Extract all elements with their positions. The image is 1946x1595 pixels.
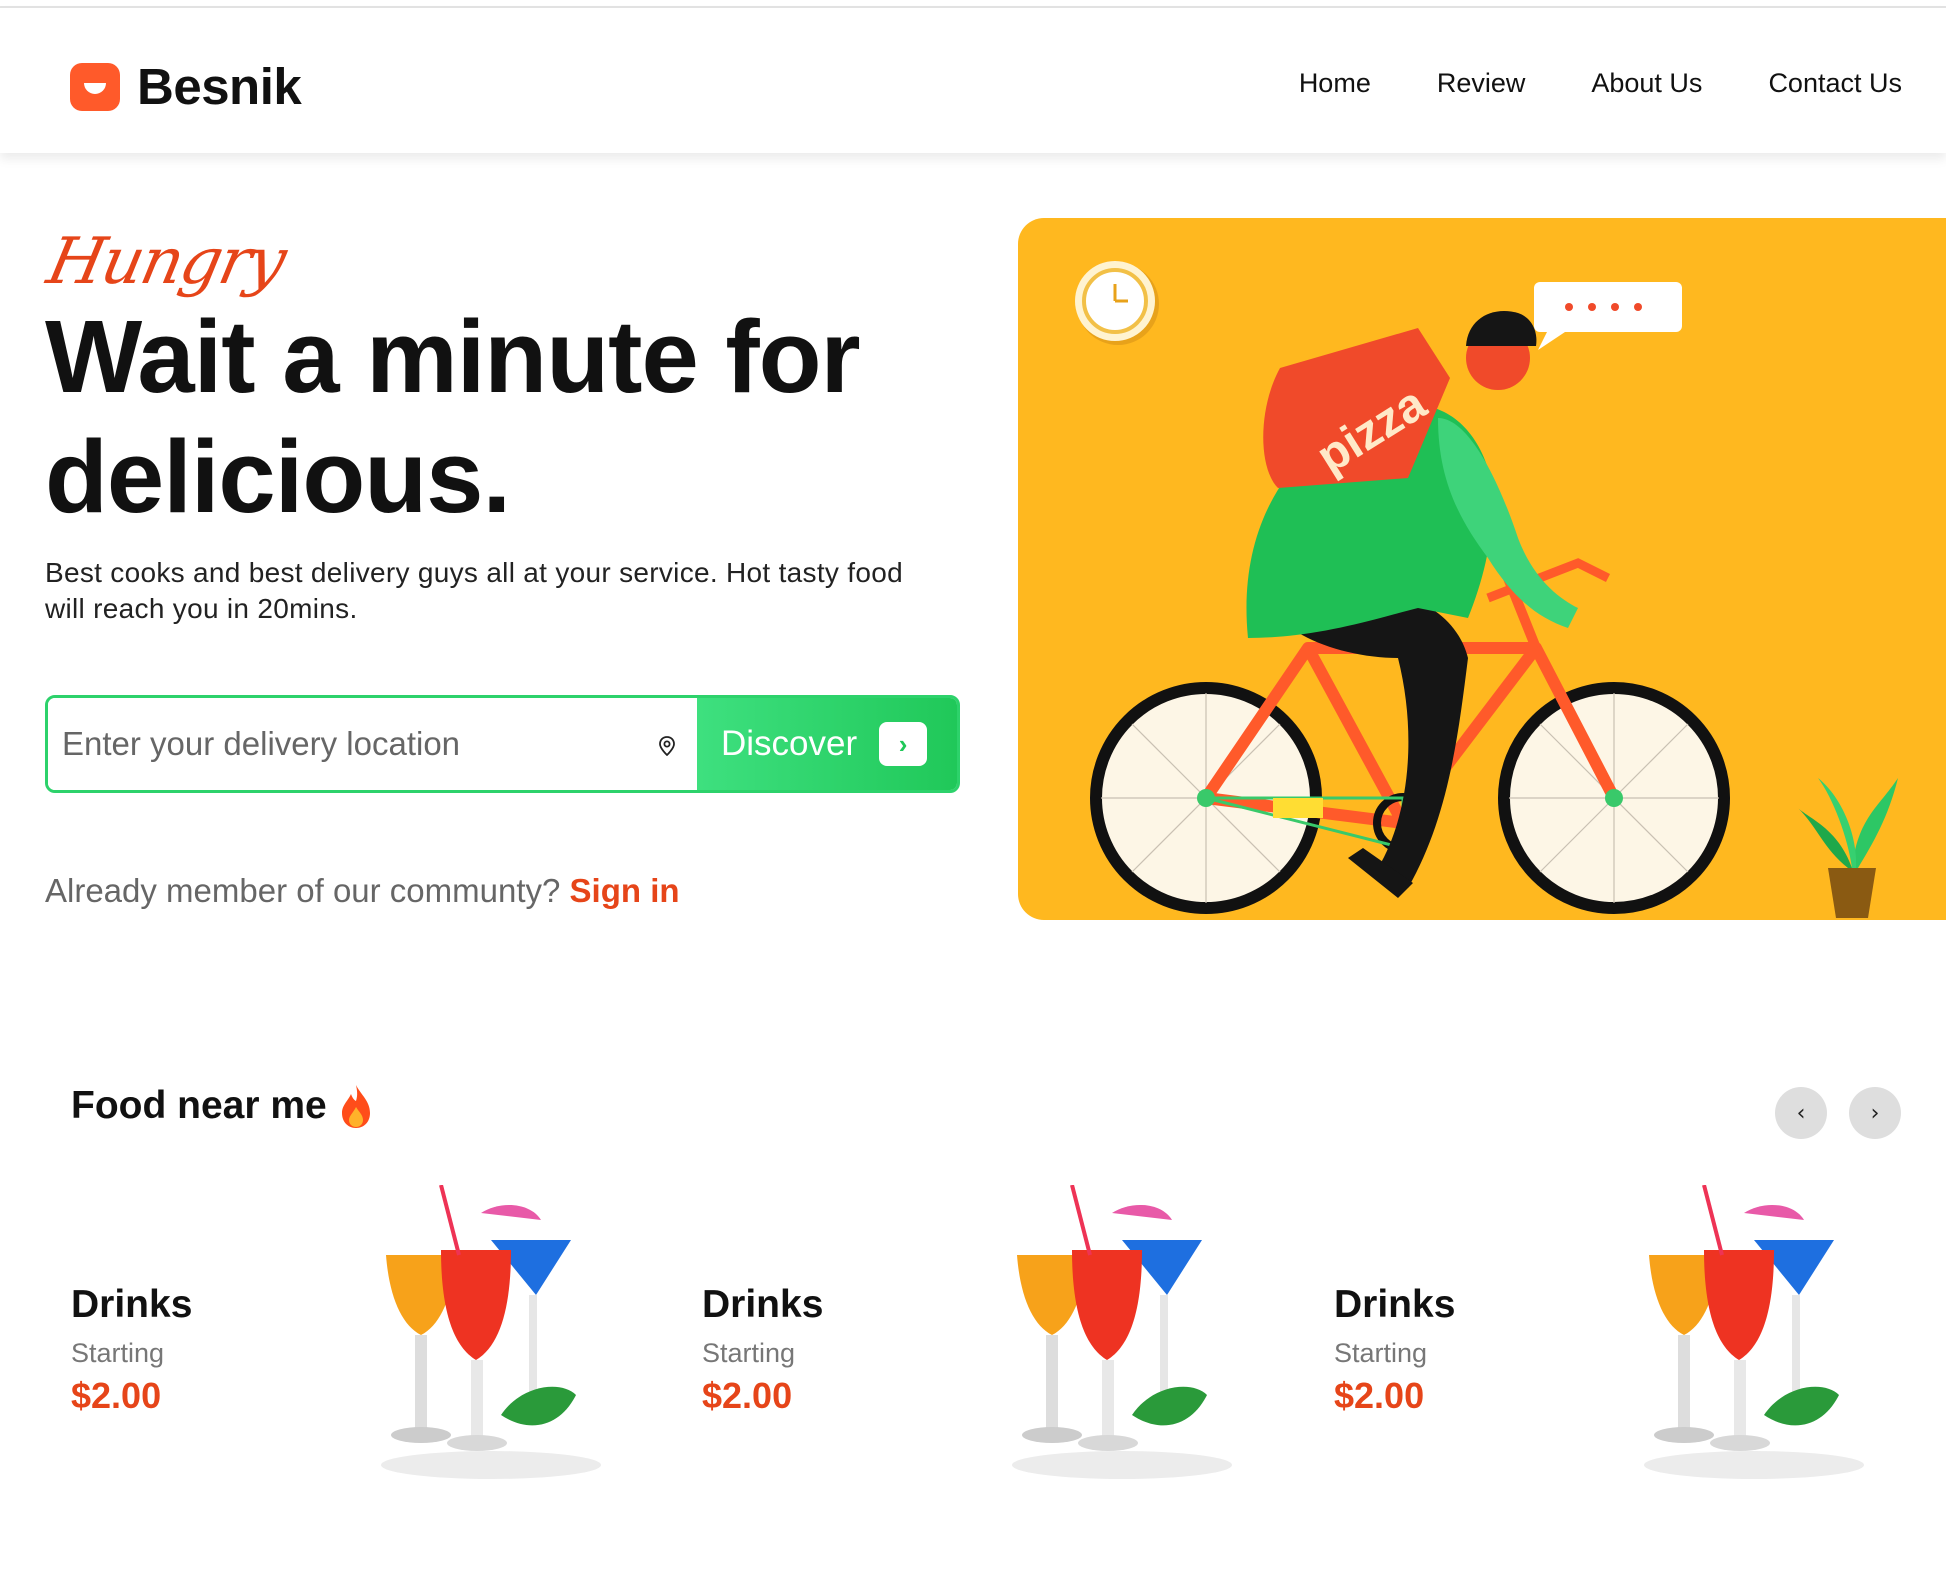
drinks-image: [1644, 1185, 1864, 1479]
speech-bubble: [1534, 282, 1682, 350]
delivery-illustration: pizza: [1018, 218, 1946, 920]
member-prompt: Already member of our communty? Sign in: [45, 872, 680, 910]
chevron-left-icon: ‹: [1796, 1100, 1806, 1126]
discover-button[interactable]: Discover ›: [697, 698, 957, 790]
site-header: Besnik Home Review About Us Contact Us: [0, 8, 1946, 153]
chevron-right-icon: ›: [879, 722, 928, 766]
brand-logo[interactable]: Besnik: [70, 57, 302, 116]
food-section-title: Food near me: [71, 1083, 373, 1129]
nav-review[interactable]: Review: [1437, 68, 1526, 99]
hero-title: Wait a minute for delicious.: [45, 297, 965, 537]
food-card-starting: Starting: [702, 1338, 796, 1368]
chevron-right-icon: ›: [1870, 1100, 1880, 1126]
hero-title-line2: delicious.: [45, 419, 511, 534]
food-card[interactable]: Drinks Starting $2.00: [1334, 1185, 1934, 1485]
nav-contact-us[interactable]: Contact Us: [1768, 68, 1902, 99]
drinks-image: [381, 1185, 601, 1479]
food-card-starting: Starting: [1334, 1338, 1428, 1368]
food-card-name: Drinks: [1334, 1283, 1456, 1326]
hero-eyebrow: Hungry: [41, 225, 291, 299]
food-card-price: $2.00: [71, 1375, 162, 1416]
food-card[interactable]: Drinks Starting $2.00: [702, 1185, 1302, 1485]
food-card-price: $2.00: [702, 1375, 793, 1416]
browser-top-border: [0, 0, 1946, 8]
discover-label: Discover: [721, 724, 858, 763]
main-nav: Home Review About Us Contact Us: [1299, 68, 1902, 99]
nav-about-us[interactable]: About Us: [1591, 68, 1702, 99]
search-field-wrap: [48, 698, 697, 790]
nav-home[interactable]: Home: [1299, 68, 1371, 99]
drinks-image: [1012, 1185, 1232, 1479]
food-card-starting: Starting: [71, 1338, 165, 1368]
logo-icon: [70, 62, 120, 111]
delivery-location-input[interactable]: [48, 698, 697, 790]
clock-icon: [1075, 261, 1159, 345]
member-text: Already member of our communty?: [45, 872, 561, 909]
food-card-name: Drinks: [702, 1283, 824, 1326]
food-title-text: Food near me: [71, 1084, 327, 1127]
food-card[interactable]: Drinks Starting $2.00: [71, 1185, 671, 1485]
fire-icon: [341, 1085, 370, 1128]
hero-text: Hungry Wait a minute for delicious. Best…: [41, 225, 965, 627]
cyclist-illustration: pizza: [1075, 261, 1898, 918]
carousel-prev-button[interactable]: ‹: [1775, 1087, 1827, 1139]
food-card-price: $2.00: [1334, 1375, 1425, 1416]
brand-name: Besnik: [137, 58, 302, 115]
food-card-name: Drinks: [71, 1283, 193, 1326]
delivery-search: Discover ›: [45, 695, 960, 793]
hero-description: Best cooks and best delivery guys all at…: [45, 557, 903, 624]
carousel-next-button[interactable]: ›: [1849, 1087, 1901, 1139]
location-pin-icon: [659, 736, 675, 756]
sign-in-link[interactable]: Sign in: [570, 872, 680, 909]
hero-title-line1: Wait a minute for: [45, 299, 861, 414]
potted-plant: [1798, 778, 1898, 918]
